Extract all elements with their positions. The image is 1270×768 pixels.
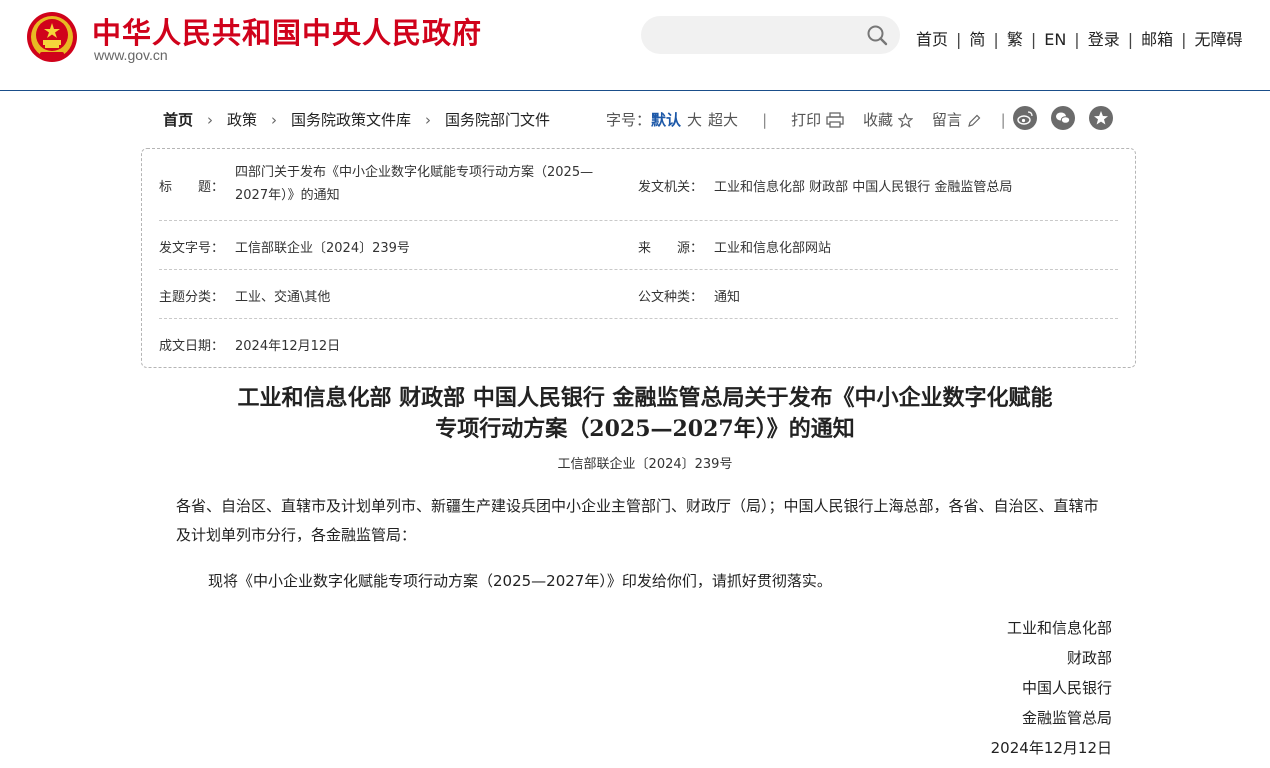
date-label: 成文日期： xyxy=(159,339,225,354)
font-size-label: 字号： xyxy=(606,111,652,129)
document-info-box: 标 题： 四部门关于发布《中小企业数字化赋能专项行动方案（2025—2027年）… xyxy=(141,148,1136,368)
tools-separator: | xyxy=(762,111,768,129)
nav-separator: | xyxy=(1030,30,1037,49)
topic-value: 工业、交通\其他 xyxy=(235,290,331,305)
wechat-icon[interactable] xyxy=(1051,106,1075,130)
nav-home-link[interactable]: 首页 xyxy=(916,30,948,49)
signature-date: 2024年12月12日 xyxy=(990,739,1112,757)
nav-separator: | xyxy=(1127,30,1134,49)
site-title[interactable]: 中华人民共和国中央人民政府 xyxy=(92,10,482,52)
search-input[interactable] xyxy=(659,25,863,43)
nav-separator: | xyxy=(993,30,999,49)
nav-separator: | xyxy=(1074,30,1080,49)
chevron-right-icon: › xyxy=(271,111,278,129)
weibo-icon[interactable] xyxy=(1013,106,1037,130)
source-value: 工业和信息化部网站 xyxy=(714,241,832,256)
search-icon[interactable] xyxy=(866,24,888,46)
top-nav: 首页 | 简 | 繁 | EN | 登录 | 邮箱 | 无障碍 xyxy=(916,26,1243,50)
print-button[interactable]: 打印 xyxy=(791,111,844,129)
site-url[interactable]: www.gov.cn xyxy=(94,47,168,63)
docno-value: 工信部联企业〔2024〕239号 xyxy=(235,241,410,256)
document-number: 工信部联企业〔2024〕239号 xyxy=(557,457,733,472)
search-box xyxy=(641,16,900,54)
breadcrumb: 首页 › 政策 › 国务院政策文件库 › 国务院部门文件 xyxy=(163,109,550,130)
font-size-xlarge[interactable]: 超大 xyxy=(708,111,738,129)
doctype-value: 通知 xyxy=(714,290,741,305)
date-value: 2024年12月12日 xyxy=(235,339,341,354)
issuer-label: 发文机关： xyxy=(638,180,704,195)
body-paragraph: 现将《中小企业数字化赋能专项行动方案（2025—2027年）》印发给你们，请抓好… xyxy=(208,572,832,590)
header-divider xyxy=(0,90,1270,91)
site-header: 中华人民共和国中央人民政府 www.gov.cn 首页 | 简 | 繁 | EN | 登录 | 邮箱… xyxy=(0,0,1270,90)
nav-english-link[interactable]: EN xyxy=(1044,30,1066,49)
national-emblem-icon[interactable] xyxy=(26,11,78,63)
document-title: 工业和信息化部 财政部 中国人民银行 金融监管总局关于发布《中小企业数字化赋能 … xyxy=(140,383,1150,445)
page-tools: 字号：默认大超大 | 打印 收藏 留言 | xyxy=(606,109,1006,130)
document-title-line: 工业和信息化部 财政部 中国人民银行 金融监管总局关于发布《中小企业数字化赋能 xyxy=(237,385,1053,411)
favorite-label: 收藏 xyxy=(863,111,894,129)
doctype-label: 公文种类： xyxy=(638,290,704,305)
nav-mail-link[interactable]: 邮箱 xyxy=(1141,30,1173,49)
nav-separator: | xyxy=(1181,30,1187,49)
comment-label: 留言 xyxy=(931,111,962,129)
breadcrumb-policy-library[interactable]: 国务院政策文件库 xyxy=(291,109,411,130)
signatory-pboc: 中国人民银行 xyxy=(1021,679,1112,697)
pencil-icon xyxy=(967,114,981,127)
signatory-mof: 财政部 xyxy=(1066,649,1112,667)
breadcrumb-home[interactable]: 首页 xyxy=(163,109,193,130)
star-share-icon[interactable] xyxy=(1089,106,1113,130)
printer-icon xyxy=(826,112,844,128)
signatory-nfra: 金融监管总局 xyxy=(1021,709,1112,727)
breadcrumb-policy[interactable]: 政策 xyxy=(227,109,257,130)
font-size-large[interactable]: 大 xyxy=(687,111,702,129)
source-label: 来 源： xyxy=(638,241,704,256)
nav-separator: | xyxy=(956,30,962,49)
chevron-right-icon: › xyxy=(207,111,214,129)
nav-accessibility-link[interactable]: 无障碍 xyxy=(1195,30,1243,49)
chevron-right-icon: › xyxy=(425,111,432,129)
document-title-line: 专项行动方案（2025—2027年）》的通知 xyxy=(435,416,855,442)
nav-simplified-link[interactable]: 简 xyxy=(969,30,985,49)
font-size-default[interactable]: 默认 xyxy=(651,111,681,129)
signatory-miit: 工业和信息化部 xyxy=(1006,619,1112,637)
topic-label: 主题分类： xyxy=(159,290,225,305)
title-value: 四部门关于发布《中小企业数字化赋能专项行动方案（2025—2027年）》的通知 xyxy=(235,165,594,203)
issuer-value: 工业和信息化部 财政部 中国人民银行 金融监管总局 xyxy=(714,180,1013,195)
docno-label: 发文字号： xyxy=(159,241,225,256)
salutation-paragraph: 各省、自治区、直辖市及计划单列市、新疆生产建设兵团中小企业主管部门、财政厅（局）… xyxy=(176,497,1099,544)
tools-separator: | xyxy=(1000,111,1006,129)
breadcrumb-department-docs[interactable]: 国务院部门文件 xyxy=(445,109,550,130)
nav-traditional-link[interactable]: 繁 xyxy=(1007,30,1023,49)
nav-login-link[interactable]: 登录 xyxy=(1088,30,1120,49)
comment-button[interactable]: 留言 xyxy=(932,111,981,129)
star-icon xyxy=(897,112,914,128)
favorite-button[interactable]: 收藏 xyxy=(863,111,914,129)
title-label: 标 题： xyxy=(159,180,225,195)
print-label: 打印 xyxy=(791,111,822,129)
